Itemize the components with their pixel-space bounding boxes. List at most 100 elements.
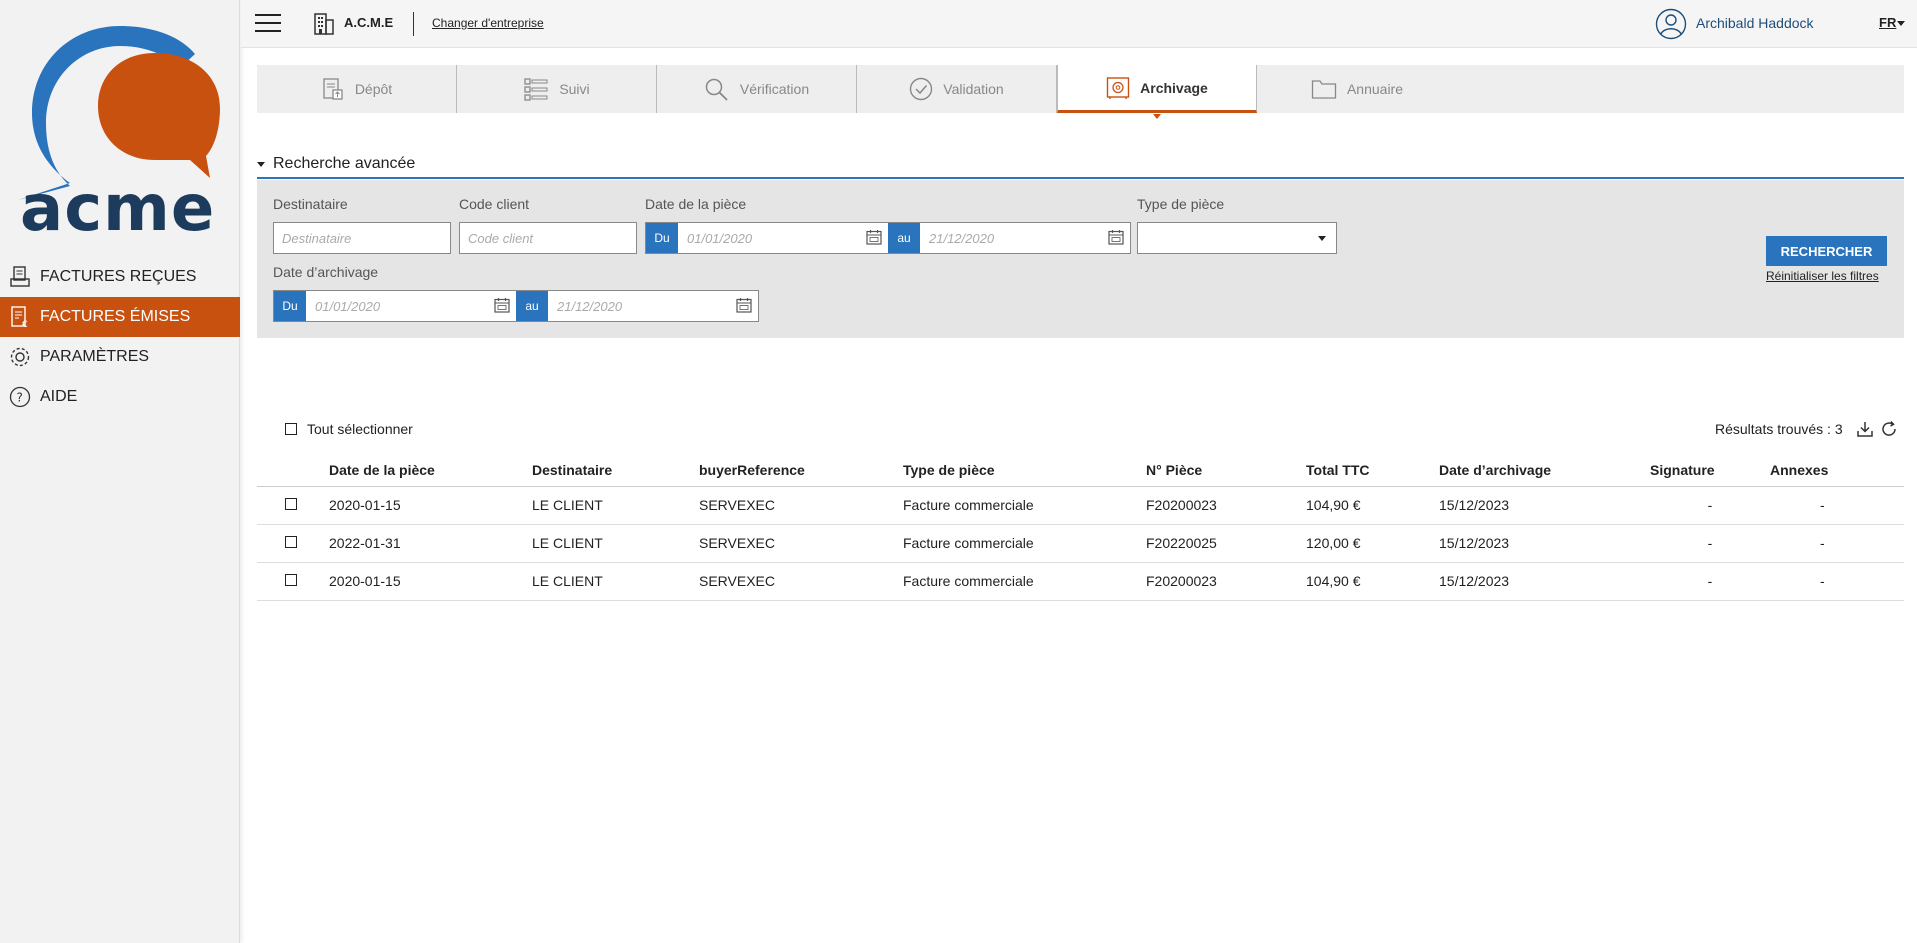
download-icon[interactable] xyxy=(1856,420,1874,438)
table-row[interactable]: 2020-01-15 LE CLIENT SERVEXEC Facture co… xyxy=(257,562,1904,601)
destinataire-label: Destinataire xyxy=(273,196,348,212)
results-actions xyxy=(1856,420,1898,438)
sidebar: acme FACTURES REÇUES € FACTURES ÉMISES P… xyxy=(0,0,240,943)
cell-buyer-reference: SERVEXEC xyxy=(699,562,903,601)
date-archivage-range: Du au xyxy=(273,290,759,322)
table-row[interactable]: 2022-01-31 LE CLIENT SERVEXEC Facture co… xyxy=(257,524,1904,563)
date-archivage-label: Date d’archivage xyxy=(273,264,379,280)
tab-validation[interactable]: Validation xyxy=(857,65,1057,113)
table-row[interactable]: 2020-01-15 LE CLIENT SERVEXEC Facture co… xyxy=(257,486,1904,525)
user-name[interactable]: Archibald Haddock xyxy=(1696,15,1814,31)
col-buyer-reference[interactable]: buyerReference xyxy=(699,454,903,487)
tab-label: Validation xyxy=(943,81,1004,97)
cell-signature: - xyxy=(1650,562,1770,601)
code-client-input[interactable] xyxy=(459,222,637,254)
row-checkbox-cell xyxy=(257,486,329,525)
language-selector[interactable]: FR xyxy=(1879,15,1896,30)
date-archivage-to xyxy=(548,291,758,321)
cell-num-piece: F20220025 xyxy=(1146,524,1306,563)
col-type-piece[interactable]: Type de pièce xyxy=(903,454,1146,487)
type-piece-label: Type de pièce xyxy=(1137,196,1225,212)
table-header-row: Date de la pièce Destinataire buyerRefer… xyxy=(257,454,1904,487)
cell-date-piece: 2022-01-31 xyxy=(329,524,532,563)
tab-label: Annuaire xyxy=(1346,81,1404,97)
col-date-archivage[interactable]: Date d’archivage xyxy=(1439,454,1650,487)
change-company-link[interactable]: Changer d'entreprise xyxy=(432,16,544,30)
cell-annexes-value: - xyxy=(1820,573,1825,589)
date-archivage-to-input[interactable] xyxy=(548,291,758,321)
date-archivage-from xyxy=(306,291,516,321)
calendar-icon[interactable] xyxy=(494,297,510,318)
tab-label: Suivi xyxy=(559,81,590,97)
row-checkbox[interactable] xyxy=(285,498,297,510)
cell-total-ttc: 120,00 € xyxy=(1306,524,1439,563)
folder-icon xyxy=(1311,78,1337,100)
tab-bar: Dépôt Suivi Vérification Validation Arch… xyxy=(257,65,1904,119)
tab-archivage[interactable]: Archivage xyxy=(1057,65,1257,119)
row-checkbox-cell xyxy=(257,562,329,601)
cell-annexes: - xyxy=(1770,524,1904,563)
tab-suivi[interactable]: Suivi xyxy=(457,65,657,113)
cell-num-piece: F20200023 xyxy=(1146,562,1306,601)
date-piece-to-input[interactable] xyxy=(920,223,1130,253)
destinataire-input[interactable] xyxy=(273,222,451,254)
cell-destinataire: LE CLIENT xyxy=(532,562,699,601)
tab-annuaire[interactable]: Annuaire xyxy=(1257,65,1457,113)
search-button[interactable]: RECHERCHER xyxy=(1766,236,1887,266)
calendar-icon[interactable] xyxy=(1108,229,1124,250)
select-all-checkbox[interactable] xyxy=(285,423,297,435)
calendar-icon[interactable] xyxy=(736,297,752,318)
safe-icon xyxy=(1106,76,1130,100)
cell-type-piece: Facture commerciale xyxy=(903,486,1146,525)
user-avatar-icon[interactable] xyxy=(1655,8,1687,45)
code-client-label: Code client xyxy=(459,196,530,212)
type-piece-select[interactable] xyxy=(1137,222,1337,254)
building-icon xyxy=(313,11,335,40)
row-checkbox[interactable] xyxy=(285,536,297,548)
select-all-label: Tout sélectionner xyxy=(307,421,413,437)
invoice-euro-icon: € xyxy=(8,305,32,329)
date-archivage-from-input[interactable] xyxy=(306,291,516,321)
advanced-search-panel: Destinataire Code client Date de la pièc… xyxy=(257,180,1904,338)
col-date-piece[interactable]: Date de la pièce xyxy=(329,454,532,487)
menu-icon[interactable] xyxy=(255,14,281,34)
col-annexes[interactable]: Annexes xyxy=(1770,454,1904,487)
cell-annexes: - xyxy=(1770,486,1904,525)
cell-destinataire: LE CLIENT xyxy=(532,486,699,525)
receipt-icon xyxy=(8,265,32,289)
advanced-search-header: Recherche avancée xyxy=(257,154,1904,179)
calendar-icon[interactable] xyxy=(866,229,882,250)
sidebar-item-factures-emises[interactable]: € FACTURES ÉMISES xyxy=(0,297,240,337)
date-piece-from-input[interactable] xyxy=(678,223,888,253)
tab-depot[interactable]: Dépôt xyxy=(257,65,457,113)
sidebar-item-factures-recues[interactable]: FACTURES REÇUES xyxy=(0,257,240,297)
section-title[interactable]: Recherche avancée xyxy=(273,155,415,173)
chevron-down-icon[interactable] xyxy=(1897,21,1905,26)
tab-label: Vérification xyxy=(739,81,810,97)
collapse-caret-icon[interactable] xyxy=(257,162,265,167)
sidebar-item-aide[interactable]: ? AIDE xyxy=(0,377,240,417)
cell-annexes-value: - xyxy=(1820,535,1825,551)
search-icon xyxy=(704,77,730,101)
col-num-piece[interactable]: N° Pièce xyxy=(1146,454,1306,487)
cell-signature: - xyxy=(1650,486,1770,525)
col-total-ttc[interactable]: Total TTC xyxy=(1306,454,1439,487)
tab-verification[interactable]: Vérification xyxy=(657,65,857,113)
refresh-icon[interactable] xyxy=(1880,420,1898,438)
select-all[interactable]: Tout sélectionner xyxy=(285,421,413,437)
row-checkbox-cell xyxy=(257,524,329,563)
cell-annexes-value: - xyxy=(1820,497,1825,513)
date-piece-to xyxy=(920,223,1130,253)
sidebar-item-parametres[interactable]: PARAMÈTRES xyxy=(0,337,240,377)
date-piece-label: Date de la pièce xyxy=(645,196,747,212)
cell-buyer-reference: SERVEXEC xyxy=(699,524,903,563)
reset-filters-link[interactable]: Réinitialiser les filtres xyxy=(1766,269,1879,283)
cell-total-ttc: 104,90 € xyxy=(1306,562,1439,601)
col-signature[interactable]: Signature xyxy=(1650,454,1770,487)
row-checkbox[interactable] xyxy=(285,574,297,586)
cell-total-ttc: 104,90 € xyxy=(1306,486,1439,525)
sidebar-item-label: FACTURES ÉMISES xyxy=(40,308,191,325)
cell-date-archivage: 15/12/2023 xyxy=(1439,524,1650,563)
sidebar-item-label: FACTURES REÇUES xyxy=(40,268,197,285)
col-destinataire[interactable]: Destinataire xyxy=(532,454,699,487)
